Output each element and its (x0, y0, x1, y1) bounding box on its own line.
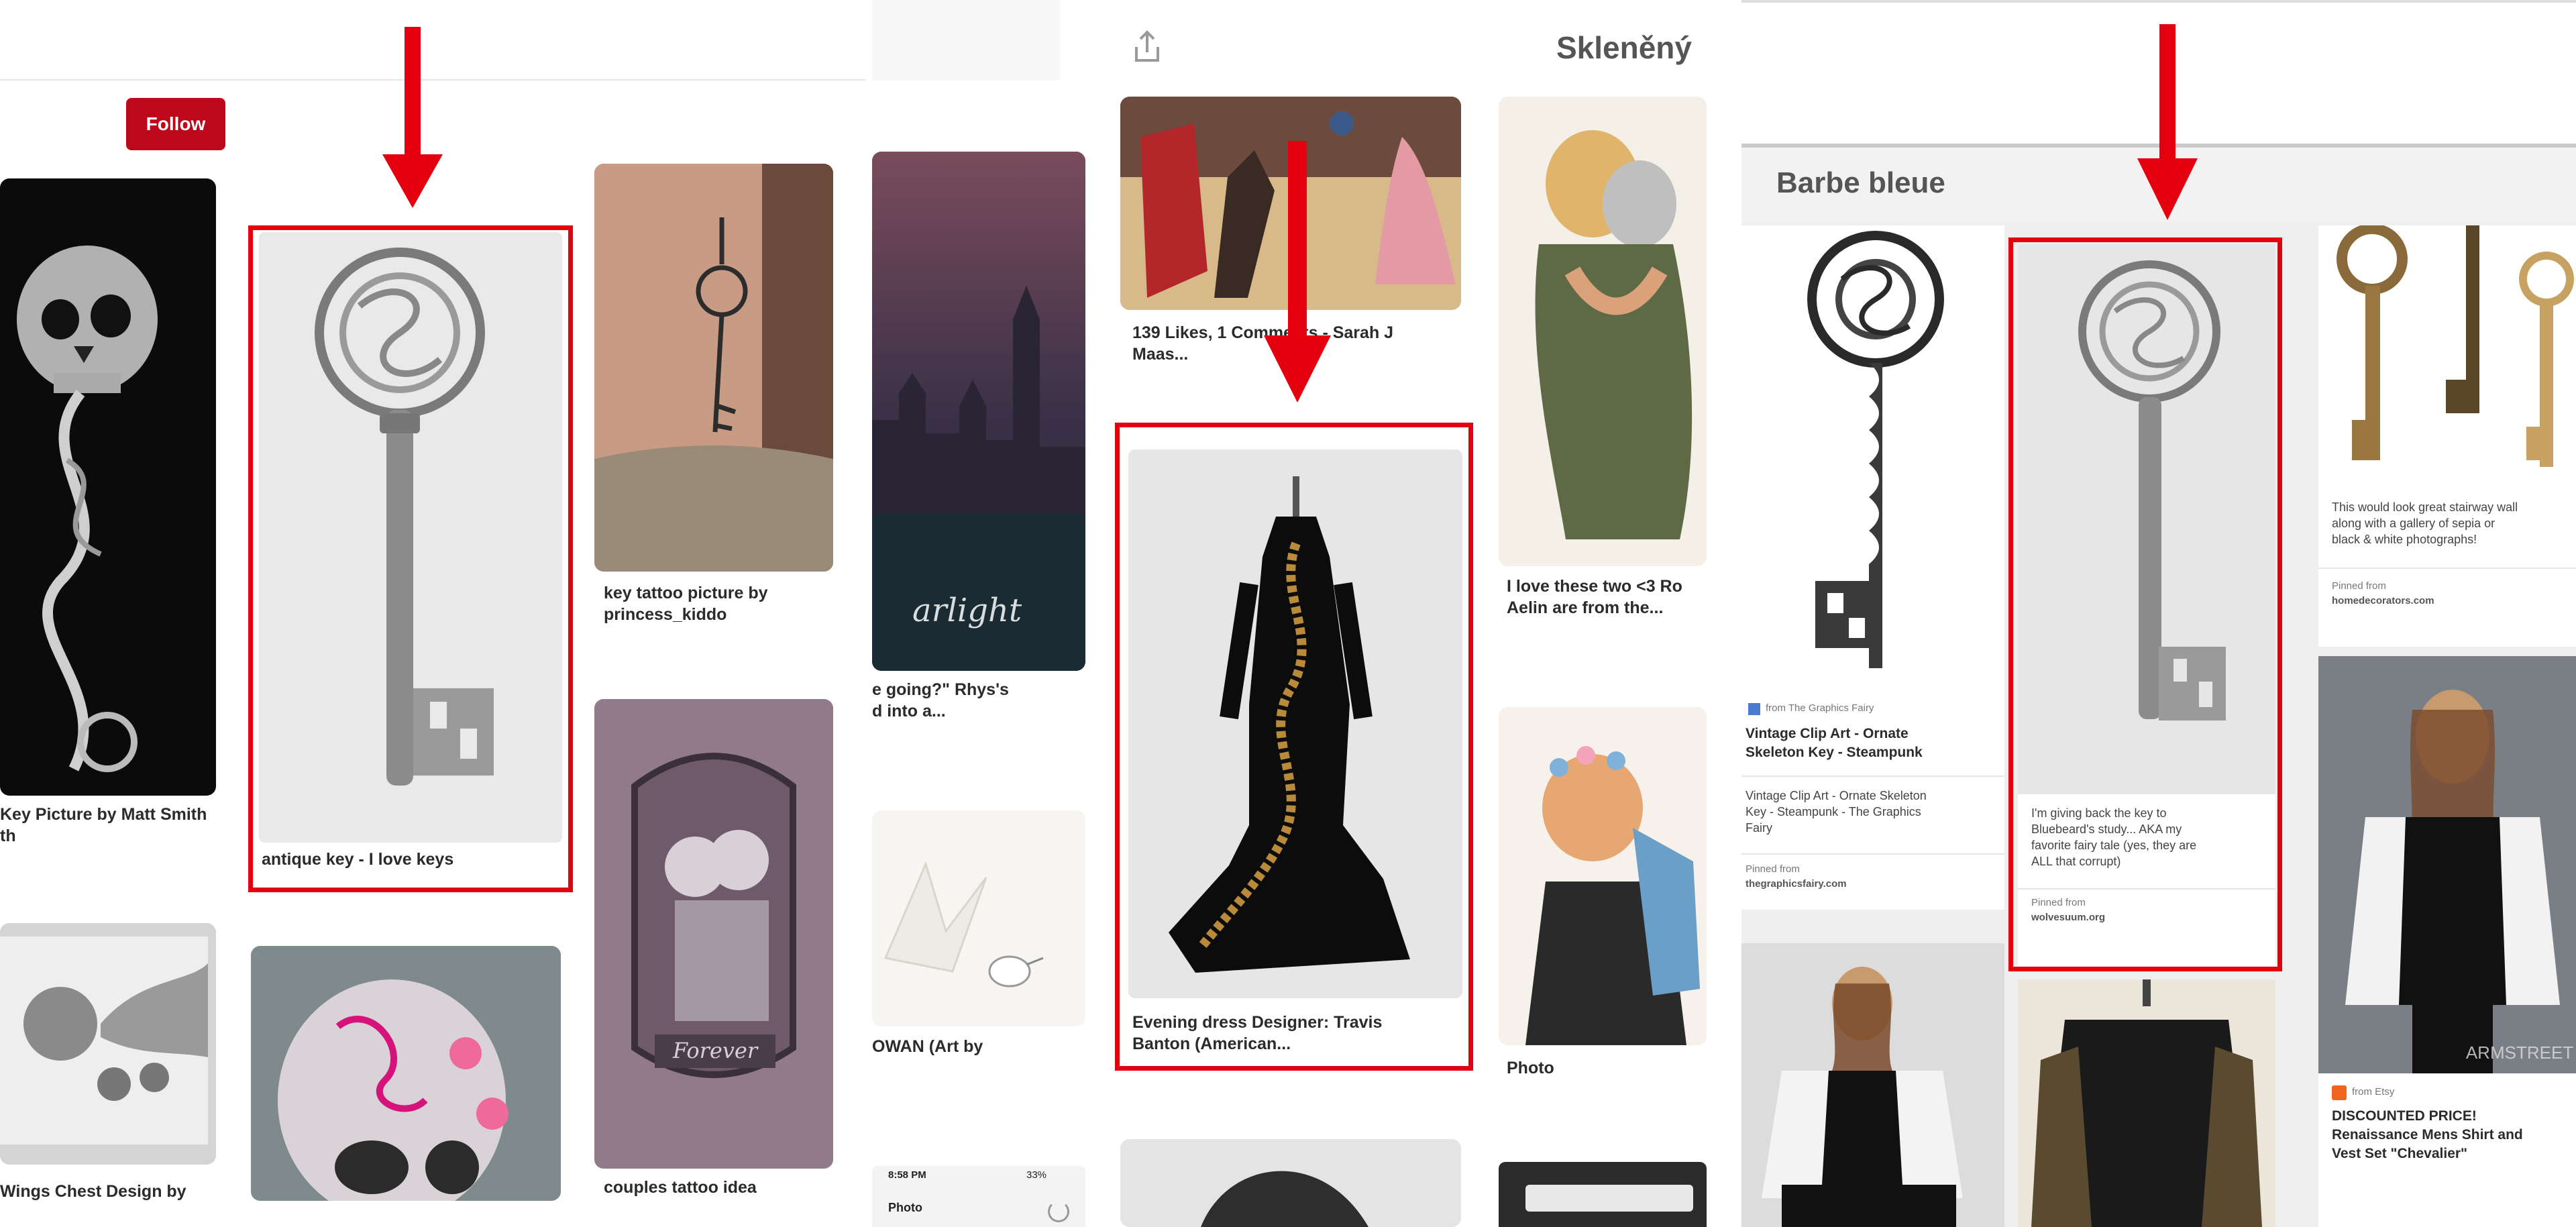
panel-pinterest-board: Barbe bleue from The Graphics Fairy Vint… (1741, 0, 2576, 1227)
panel-pinterest-search-2: Skleněný arlight e going?" Rhys's d into… (872, 0, 1707, 1227)
pin-costume-doublet[interactable] (2018, 979, 2275, 1227)
pin-wooden-keys-domain: homedecorators.com (2332, 595, 2434, 606)
costume-doublet-image (2018, 979, 2275, 1227)
pin-wooden-keys-pinned-from: Pinned from (2332, 580, 2386, 592)
key-tattoo-image (594, 164, 833, 572)
tattoo-banner-text: Forever (672, 1038, 759, 1063)
pin-skeleton-key-title: Vintage Clip Art - Ornate Skeleton Key -… (1746, 726, 1923, 760)
wings-chest-image (0, 923, 216, 1165)
pin-skeleton-key-desc: Vintage Clip Art - Ornate Skeleton Key -… (1746, 789, 1927, 835)
board-title: Barbe bleue (1776, 166, 1945, 199)
pin-divider (1741, 853, 2004, 855)
pin-renaissance-costume[interactable]: ARMSTREET from Etsy DISCOUNTED PRICE! Re… (2318, 656, 2576, 1227)
pin-flower-crown-caption: Photo (1507, 1059, 1554, 1077)
pin-flower-crown[interactable] (1499, 707, 1707, 1045)
pin-skull-key-caption: Key Picture by Matt Smith th (0, 805, 207, 845)
phone-status-time: 8:58 PM (888, 1169, 926, 1181)
couples-tattoo-image: Forever (594, 699, 833, 1169)
watermark-text: ARMSTREET (2466, 1043, 2573, 1063)
share-icon[interactable] (1127, 27, 1167, 67)
pin-skull-key[interactable] (0, 178, 216, 796)
man-portrait-image (1741, 943, 2004, 1227)
pin-skeleton-key-clipart[interactable]: from The Graphics Fairy Vintage Clip Art… (1741, 225, 2004, 910)
refresh-icon (1048, 1201, 1069, 1222)
skull-key-image (17, 246, 158, 772)
dark-shape-image (1120, 1139, 1461, 1227)
pin-hugging-couple[interactable] (1499, 97, 1707, 566)
pin-wooden-keys[interactable]: This would look great stairway wall alon… (2318, 225, 2576, 647)
highlight-box-antique-key-board (2008, 237, 2282, 971)
pin-hugging-couple-caption: I love these two <3 Ro Aelin are from th… (1507, 577, 1682, 617)
city-night-image: arlight (872, 152, 1085, 671)
etsy-icon (2332, 1085, 2347, 1100)
white-bird-image (872, 810, 1085, 1026)
browser-address-bar (1525, 1185, 1693, 1212)
pin-browser-screenshot[interactable] (1499, 1162, 1707, 1227)
top-divider (1741, 0, 2576, 3)
flower-crown-image (1499, 707, 1707, 1045)
phone-screen-title: Photo (888, 1201, 922, 1214)
sugar-skull-image (251, 946, 561, 1201)
search-bar-area (872, 0, 1060, 81)
pin-wings-chest-caption: Wings Chest Design by (0, 1182, 186, 1201)
pin-city-night-caption: e going?" Rhys's d into a... (872, 680, 1009, 721)
pin-divider (1741, 776, 2004, 777)
highlight-box-antique-key (248, 225, 573, 892)
pin-sugar-skull[interactable] (251, 946, 561, 1201)
pin-divider (2318, 568, 2576, 569)
source-favicon (1748, 703, 1760, 715)
pin-renaissance-source: from Etsy (2352, 1086, 2395, 1098)
pin-city-night[interactable]: arlight (872, 152, 1085, 671)
pin-skeleton-key-pinned-from: Pinned from (1746, 863, 1800, 875)
pin-renaissance-title: DISCOUNTED PRICE! Renaissance Mens Shirt… (2332, 1108, 2523, 1161)
highlight-box-evening-dress (1115, 423, 1473, 1071)
pin-phone-screenshot[interactable]: 8:58 PM 33% Photo (872, 1166, 1085, 1227)
renaissance-costume-image: ARMSTREET (2318, 656, 2576, 1073)
follow-button[interactable]: Follow (126, 98, 225, 150)
pin-wooden-keys-desc: This would look great stairway wall alon… (2332, 500, 2518, 546)
pin-dark-shape[interactable] (1120, 1139, 1461, 1227)
pin-white-bird-caption: OWAN (Art by (872, 1037, 983, 1056)
board-title: Skleněný (1556, 30, 1692, 65)
wooden-keys-image (2318, 225, 2576, 494)
panel-pinterest-search-1: Follow Key Picture by Matt Smith th anti… (0, 0, 865, 1227)
pin-white-bird[interactable] (872, 810, 1085, 1026)
pin-man-portrait[interactable] (1741, 943, 2004, 1227)
hugging-couple-image (1499, 97, 1707, 566)
pin-couples-tattoo[interactable]: Forever (594, 699, 833, 1169)
arrow-down-icon (1264, 141, 1331, 403)
pin-wings-chest[interactable] (0, 923, 216, 1165)
arrow-down-icon (382, 27, 443, 208)
skeleton-key-clipart-image (1741, 225, 2004, 682)
overlay-title: arlight (912, 592, 1022, 629)
follow-button-label: Follow (146, 113, 206, 134)
phone-status-battery: 33% (1026, 1169, 1047, 1181)
pin-skeleton-key-source: from The Graphics Fairy (1766, 702, 1874, 714)
pin-key-tattoo-caption: key tattoo picture by princess_kiddo (604, 584, 768, 624)
pin-key-tattoo[interactable] (594, 164, 833, 572)
arrow-down-icon (2137, 24, 2198, 220)
pin-couples-tattoo-caption: couples tattoo idea (604, 1178, 757, 1197)
pin-skeleton-key-domain: thegraphicsfairy.com (1746, 878, 1847, 890)
